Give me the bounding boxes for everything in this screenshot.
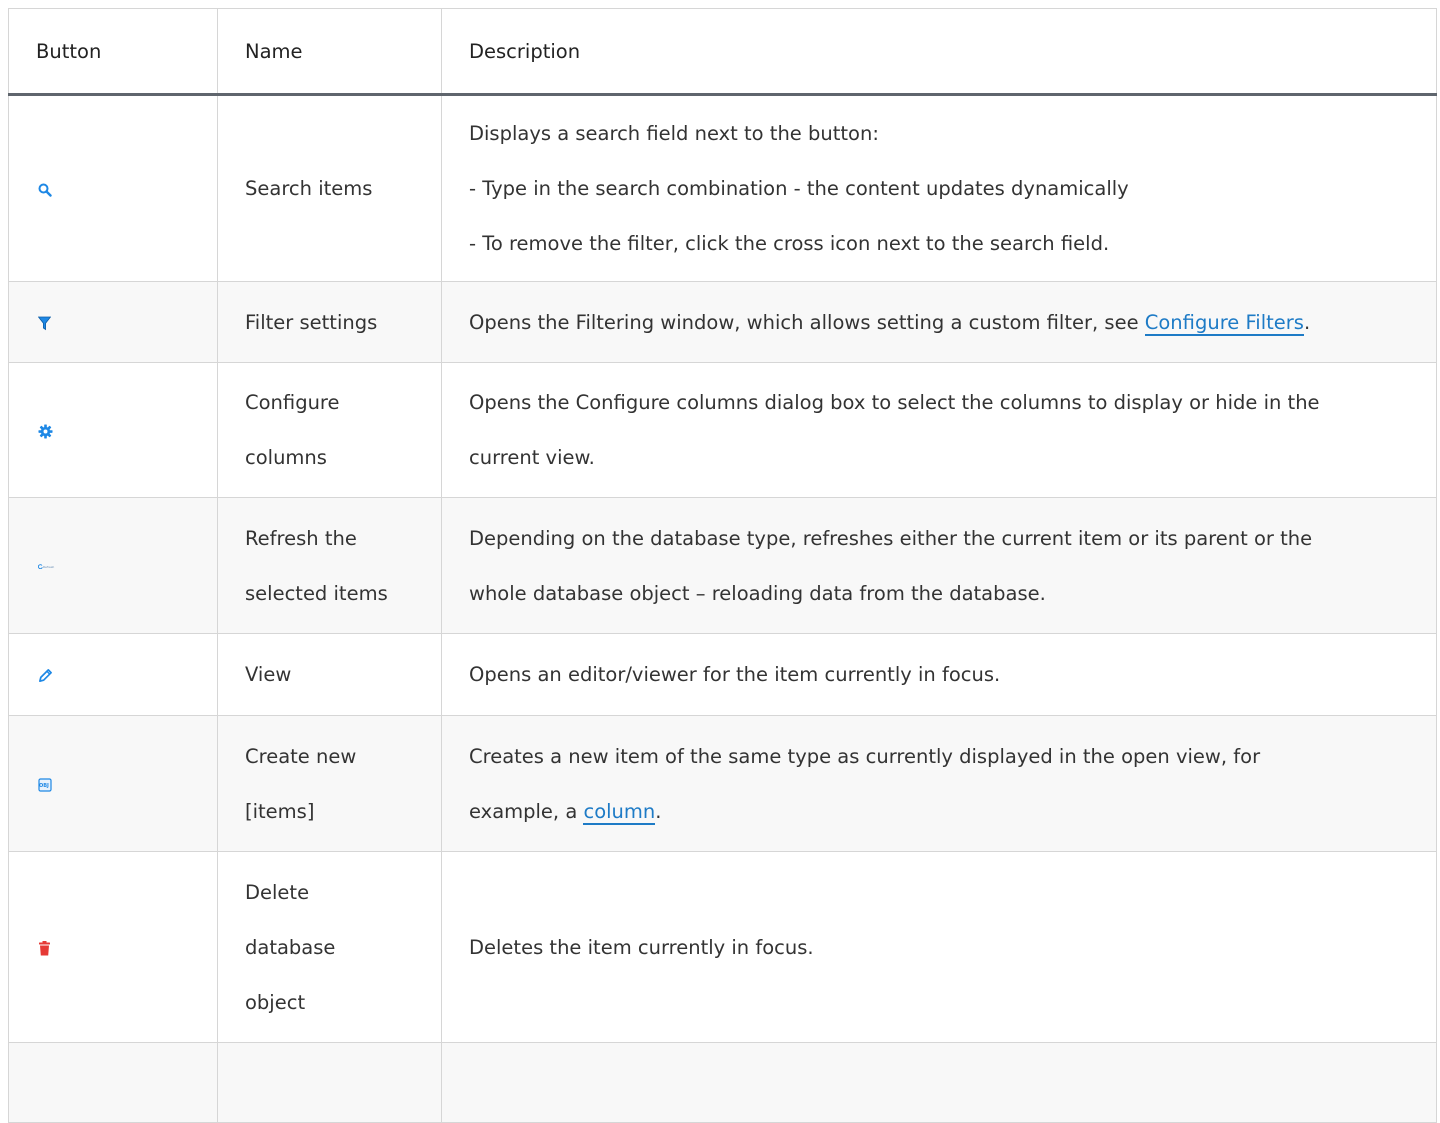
button-cell: [8, 281, 218, 363]
pencil-icon[interactable]: [38, 668, 53, 683]
configure-filters-link[interactable]: Configure Filters: [1144, 310, 1304, 336]
toolbar-buttons-table: Button Name Description Search items Dis…: [8, 8, 1437, 1123]
name-text: Configure: [245, 391, 340, 414]
description-cell: Deletes the item currently in focus.: [441, 851, 1437, 1043]
button-cell: [8, 851, 218, 1043]
description-text: Opens the Configure columns dialog box t…: [469, 391, 1320, 414]
new-object-icon-label: OBJ: [39, 782, 49, 789]
button-cell: [8, 633, 218, 716]
description-cell: Opens the Filtering window, which allows…: [441, 281, 1437, 363]
button-cell: Refresh: [8, 497, 218, 634]
name-text: object: [245, 990, 306, 1014]
description-text-start: example, a: [469, 799, 584, 823]
name-cell: Configure columns: [217, 362, 442, 498]
table-row: Search items Displays a search field nex…: [8, 94, 1437, 282]
column-header-description: Description: [441, 8, 1437, 96]
search-icon[interactable]: [38, 183, 52, 197]
description-text: example, a column.: [469, 784, 1436, 839]
button-cell: [8, 362, 218, 498]
column-header-name: Name: [217, 8, 442, 96]
gear-icon[interactable]: [38, 423, 53, 439]
description-text: current view.: [469, 446, 595, 469]
page: Button Name Description Search items Dis…: [0, 0, 1440, 1123]
table-header-row: Button Name Description: [8, 8, 1437, 96]
name-text: [items]: [245, 799, 315, 823]
column-link[interactable]: column: [583, 799, 656, 825]
name-text: database: [245, 935, 336, 959]
description-text: Deletes the item currently in focus.: [469, 935, 814, 959]
name-cell: [217, 1042, 442, 1123]
name-text: Create new: [245, 744, 357, 768]
table-row: Filter settings Opens the Filtering wind…: [8, 281, 1437, 363]
name-cell: Filter settings: [217, 281, 442, 363]
table-row: Refresh Refresh the selected items Depen…: [8, 497, 1437, 634]
table-row: View Opens an editor/viewer for the item…: [8, 633, 1437, 716]
description-text: Depending on the database type, refreshe…: [469, 526, 1313, 550]
name-text: Delete: [245, 880, 310, 904]
filter-icon[interactable]: [38, 316, 51, 331]
description-cell: [441, 1042, 1437, 1123]
description-text-end: .: [1303, 310, 1311, 334]
description-text: - Type in the search combination - the c…: [469, 177, 1129, 200]
description-cell: Creates a new item of the same type as c…: [441, 715, 1437, 852]
table-row: [8, 1042, 1437, 1123]
name-text: Filter settings: [245, 310, 378, 334]
name-cell: Delete database object: [217, 851, 442, 1043]
name-text: selected items: [245, 581, 388, 605]
description-cell: Displays a search field next to the butt…: [441, 94, 1437, 282]
name-text: Refresh the: [245, 526, 357, 550]
table-row: Delete database object Deletes the item …: [8, 851, 1437, 1043]
description-text: whole database object – reloading data f…: [469, 581, 1046, 605]
name-cell: Search items: [217, 94, 442, 282]
name-cell: View: [217, 633, 442, 716]
description-text-end: .: [655, 799, 662, 823]
name-text: columns: [245, 446, 327, 469]
button-cell: [8, 94, 218, 282]
column-header-button: Button: [8, 8, 218, 96]
name-cell: Create new [items]: [217, 715, 442, 852]
description-cell: Depending on the database type, refreshe…: [441, 497, 1437, 634]
description-text: Opens an editor/viewer for the item curr…: [469, 663, 1001, 686]
new-object-icon[interactable]: OBJ: [38, 777, 52, 792]
name-text: View: [245, 663, 292, 686]
description-text-start: Opens the Filtering window, which allows…: [469, 310, 1145, 334]
description-text: Displays a search field next to the butt…: [469, 122, 879, 145]
button-cell: OBJ: [8, 715, 218, 852]
button-cell: [8, 1042, 218, 1123]
refresh-icon-label: Refresh: [43, 564, 55, 569]
description-text: Opens the Filtering window, which allows…: [469, 295, 1436, 350]
description-text: - To remove the filter, click the cross …: [469, 232, 1110, 255]
table-row: OBJ Create new [items] Creates a new ite…: [8, 715, 1437, 852]
description-text: Creates a new item of the same type as c…: [469, 744, 1261, 768]
table-row: Configure columns Opens the Configure co…: [8, 362, 1437, 498]
description-cell: Opens an editor/viewer for the item curr…: [441, 633, 1437, 716]
trash-icon[interactable]: [38, 940, 51, 956]
name-cell: Refresh the selected items: [217, 497, 442, 634]
description-cell: Opens the Configure columns dialog box t…: [441, 362, 1437, 498]
refresh-icon[interactable]: Refresh: [38, 564, 54, 570]
name-text: Search items: [245, 177, 373, 200]
